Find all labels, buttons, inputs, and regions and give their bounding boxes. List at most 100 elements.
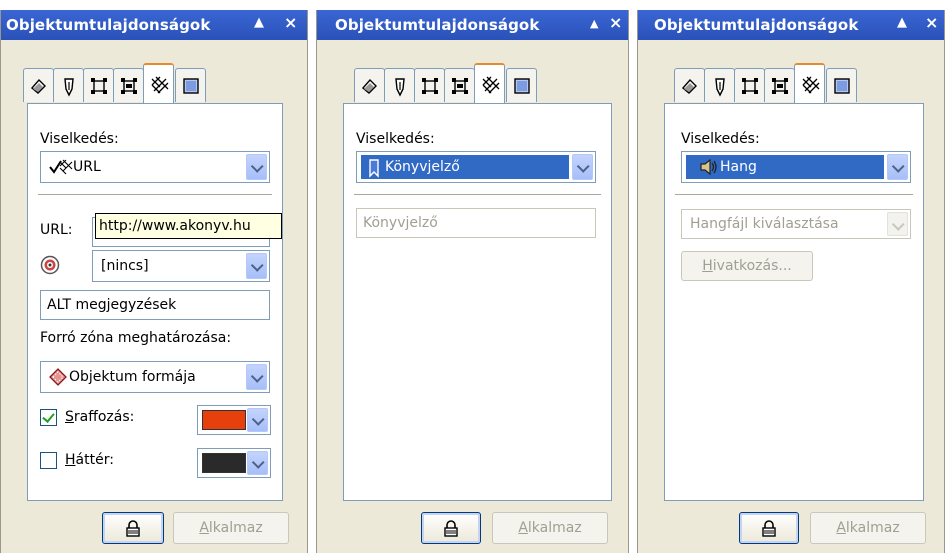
tab-fill[interactable] [23, 68, 54, 102]
internet-icon [151, 76, 169, 94]
behavior-value: Könyvjelző [361, 155, 569, 179]
chevron-down-icon[interactable] [246, 154, 267, 180]
chevron-down-icon[interactable] [246, 253, 267, 279]
target-value: [nincs] [101, 258, 149, 274]
tab-summary[interactable] [175, 68, 206, 102]
alt-comments-input[interactable]: ALT megjegyzések [40, 290, 270, 320]
background-label: Háttér: [65, 452, 114, 468]
panel-titlebar: Objektumtulajdonságok ▲ × [317, 10, 628, 40]
apply-button[interactable]: Alkalmaz [810, 512, 926, 544]
target-icon [40, 255, 60, 275]
tab-detail[interactable] [113, 68, 144, 102]
tab-summary[interactable] [826, 68, 857, 102]
background-checkbox[interactable] [40, 452, 57, 469]
target-select[interactable]: [nincs] [92, 250, 270, 282]
general-icon [422, 78, 438, 94]
tab-fill[interactable] [674, 68, 705, 102]
hotspot-select[interactable]: Objektum formája [40, 361, 270, 393]
fill-icon [682, 78, 697, 94]
close-icon[interactable]: × [284, 13, 297, 32]
tab-internet[interactable] [143, 63, 174, 105]
tab-fill[interactable] [354, 68, 385, 102]
minimize-icon[interactable]: ▲ [590, 17, 598, 30]
chevron-down-icon[interactable] [247, 408, 268, 432]
internet-icon [482, 76, 500, 94]
internet-tab-pane: Viselkedés: URL URL: http://www.akonyv.h… [27, 103, 283, 501]
general-icon [91, 78, 107, 94]
behavior-select[interactable]: URL [40, 151, 270, 183]
summary-icon [514, 78, 530, 94]
tab-outline[interactable] [53, 68, 84, 102]
chevron-down-icon[interactable] [887, 212, 908, 236]
tab-detail[interactable] [444, 68, 475, 102]
lock-icon [126, 520, 140, 537]
behavior-label: Viselkedés: [40, 131, 119, 147]
outline-icon [395, 78, 405, 97]
chevron-down-icon[interactable] [246, 364, 267, 390]
summary-icon [834, 78, 850, 94]
hotspot-label: Forró zóna meghatározása: [40, 330, 232, 346]
separator [38, 194, 272, 196]
hatch-color-swatch [202, 410, 246, 430]
hatch-checkbox[interactable] [40, 409, 57, 426]
detail-icon [121, 78, 137, 94]
behavior-label: Viselkedés: [681, 131, 760, 147]
lock-icon [762, 520, 776, 537]
hatch-color-picker[interactable] [197, 405, 271, 435]
hotspot-value: Objektum formája [45, 365, 243, 389]
behavior-value: Hang [686, 155, 884, 179]
speaker-icon [700, 158, 717, 176]
lock-button[interactable] [102, 512, 164, 544]
apply-button[interactable]: Alkalmaz [173, 512, 289, 544]
tab-general[interactable] [734, 68, 765, 102]
tab-outline[interactable] [384, 68, 415, 102]
separator [354, 194, 601, 196]
panel-title: Objektumtulajdonságok [654, 16, 859, 34]
minimize-icon[interactable]: ▲ [897, 15, 907, 30]
url-tooltip: http://www.akonyv.hu [95, 213, 282, 239]
panel-title: Objektumtulajdonságok [6, 16, 211, 34]
chevron-down-icon[interactable] [572, 154, 593, 180]
behavior-select[interactable]: Hang [681, 151, 911, 183]
hatch-label: Sraffozás: [65, 409, 135, 425]
tab-outline[interactable] [704, 68, 735, 102]
tab-internet[interactable] [794, 63, 825, 105]
chevron-down-icon[interactable] [887, 154, 908, 180]
lock-icon [444, 520, 458, 537]
tab-detail[interactable] [764, 68, 795, 102]
behavior-value: URL [45, 155, 243, 179]
background-color-picker[interactable] [197, 448, 271, 478]
url-web-icon [49, 159, 73, 175]
object-properties-panel-sound: Objektumtulajdonságok ▲ × Viselkedés: Ha… [637, 10, 945, 553]
sound-file-select[interactable]: Hangfájl kiválasztása [681, 209, 911, 239]
tab-internet[interactable] [474, 63, 505, 105]
object-properties-panel-bookmark: Objektumtulajdonságok ▲ × Viselkedés: Kö… [316, 10, 629, 553]
link-button[interactable]: Hivatkozás... [681, 251, 813, 281]
sound-file-value: Hangfájl kiválasztása [690, 216, 839, 232]
bookmark-icon [369, 159, 379, 178]
top-strip [0, 0, 945, 10]
detail-icon [772, 78, 788, 94]
close-icon[interactable]: × [609, 13, 622, 32]
general-icon [742, 78, 758, 94]
detail-icon [452, 78, 468, 94]
panel-titlebar: Objektumtulajdonságok ▲ × [1, 10, 307, 40]
object-properties-panel-url: Objektumtulajdonságok ▲ × Viselkedés: UR… [0, 10, 308, 553]
tab-general[interactable] [83, 68, 114, 102]
tab-summary[interactable] [506, 68, 537, 102]
panel-titlebar: Objektumtulajdonságok ▲ × [638, 10, 944, 40]
lock-button[interactable] [739, 512, 799, 544]
chevron-down-icon[interactable] [247, 451, 268, 475]
internet-tab-pane: Viselkedés: Hang Hangfájl kiválasztása H… [664, 103, 924, 501]
lock-button[interactable] [421, 512, 481, 544]
apply-button[interactable]: Alkalmaz [492, 512, 608, 544]
background-color-swatch [202, 453, 246, 473]
fill-icon [362, 78, 377, 94]
bookmark-input[interactable]: Könyvjelző [356, 208, 596, 238]
behavior-label: Viselkedés: [356, 131, 435, 147]
tab-general[interactable] [414, 68, 445, 102]
fill-icon [31, 78, 46, 94]
minimize-icon[interactable]: ▲ [254, 15, 264, 30]
behavior-select[interactable]: Könyvjelző [356, 151, 596, 183]
close-icon[interactable]: × [925, 13, 938, 32]
